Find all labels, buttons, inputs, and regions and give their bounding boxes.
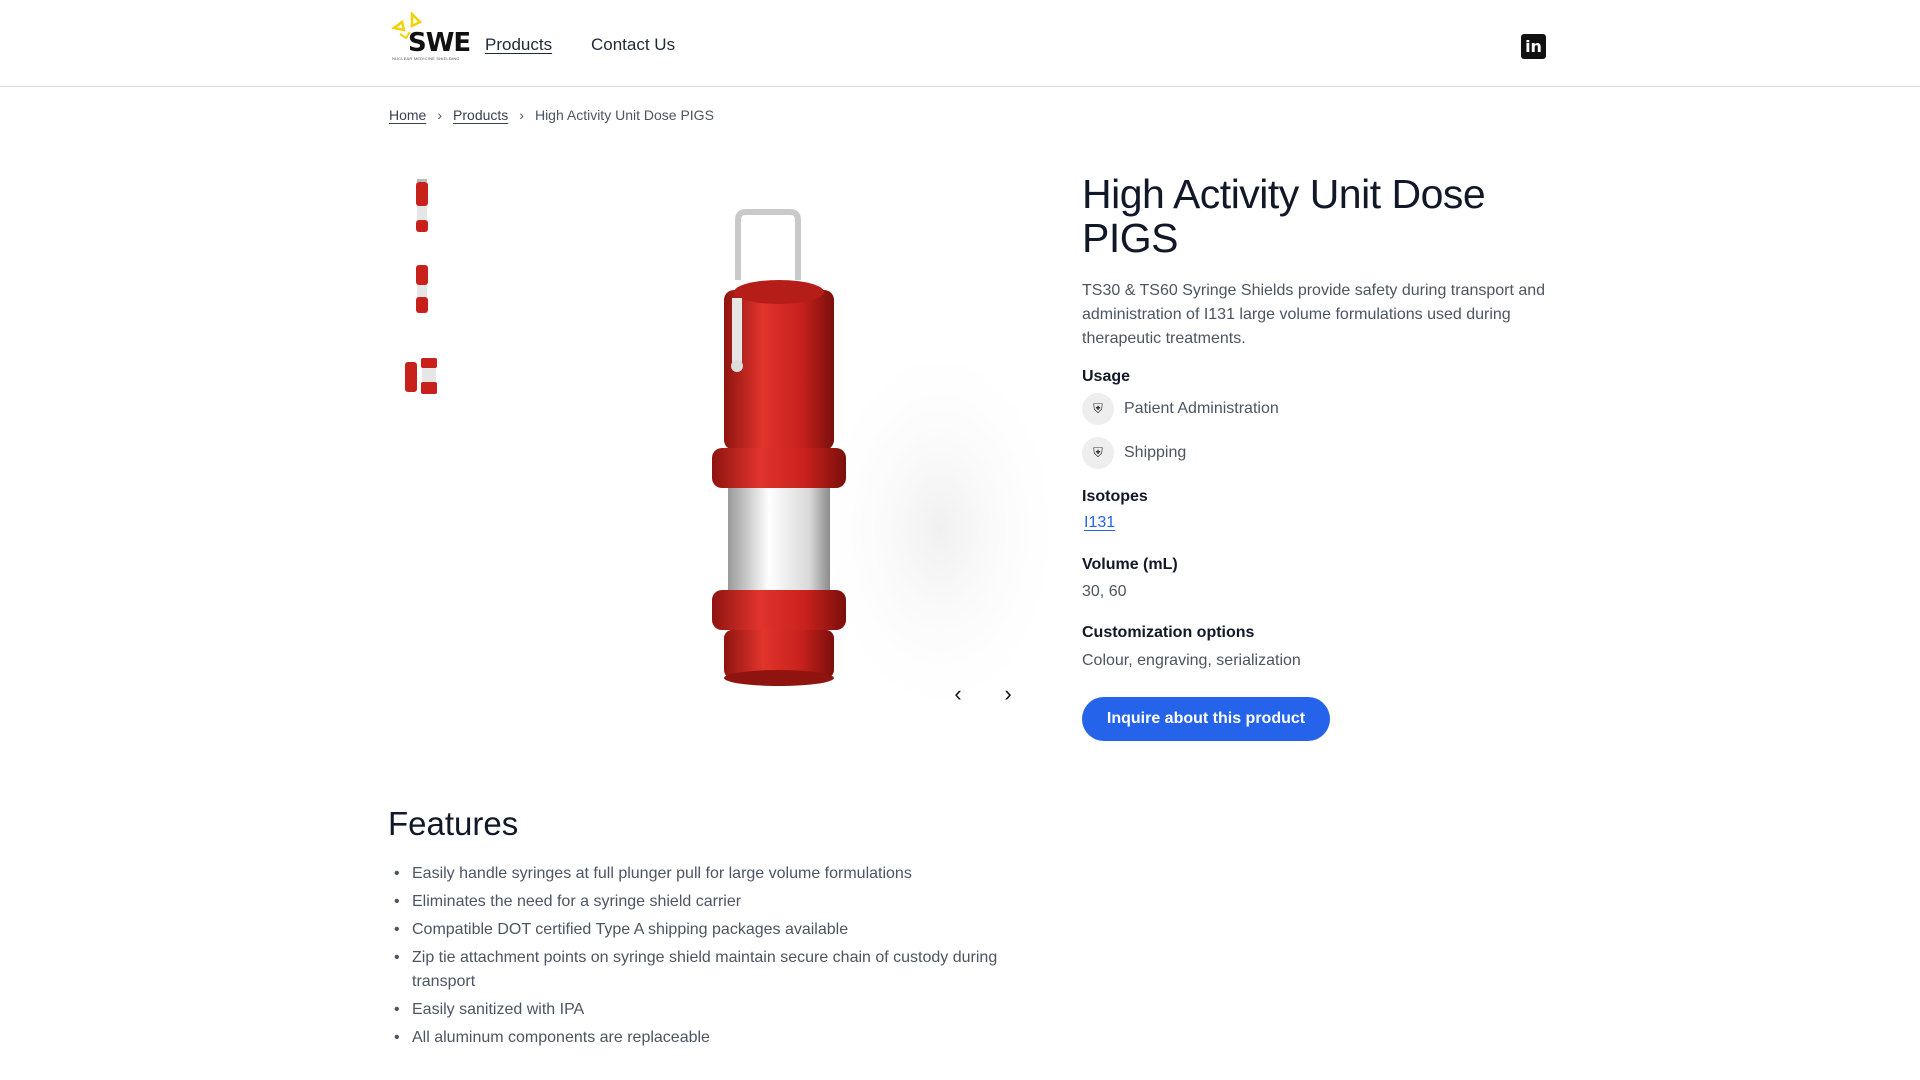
features-list: Easily handle syringes at full plunger p… [394,862,1054,1054]
isotopes-label: Isotopes [1082,488,1148,505]
chevron-right-icon: › [519,107,524,123]
logo-text: SWE [408,28,471,58]
shield-icon: ⛨ [1082,393,1114,425]
swe-logo[interactable]: SWE NUCLEAR MEDICINE SHIELDING [390,12,471,64]
breadcrumb-current: High Activity Unit Dose PIGS [534,107,714,123]
list-item: All aluminum components are replaceable [394,1026,1054,1050]
linkedin-icon[interactable]: in [1521,34,1546,59]
shield-icon: ⛨ [1082,437,1114,469]
customization-value: Colour, engraving, serialization [1082,652,1301,669]
list-item: Easily sanitized with IPA [394,998,1054,1022]
isotope-link-i131[interactable]: I131 [1084,514,1115,532]
usage-item: ⛨ Shipping [1082,437,1186,469]
usage-item: ⛨ Patient Administration [1082,393,1279,425]
logo-subtext: NUCLEAR MEDICINE SHIELDING [392,56,460,61]
customization-label: Customization options [1082,624,1255,641]
product-description: TS30 & TS60 Syringe Shields provide safe… [1082,282,1546,347]
list-item: Compatible DOT certified Type A shipping… [394,918,1054,942]
usage-item-label: Shipping [1124,444,1187,461]
thumbnail-1[interactable] [389,173,455,239]
usage-item-label: Patient Administration [1124,400,1279,417]
product-title: High Activity Unit Dose PIGS [1082,171,1486,261]
volume-label: Volume (mL) [1082,556,1178,573]
product-main-image [660,190,1070,730]
list-item: Zip tie attachment points on syringe shi… [394,946,1054,994]
breadcrumb-home[interactable]: Home [389,107,426,123]
site-header: SWE NUCLEAR MEDICINE SHIELDING Products … [0,0,1920,87]
inquire-button[interactable]: Inquire about this product [1082,697,1330,741]
breadcrumb: Home › Products › High Activity Unit Dos… [389,107,714,123]
features-title: Features [388,805,519,842]
list-item: Eliminates the need for a syringe shield… [394,890,1054,914]
usage-label: Usage [1082,368,1131,385]
volume-value: 30, 60 [1082,583,1127,600]
breadcrumb-products[interactable]: Products [453,107,508,123]
nav-contact-link[interactable]: Contact Us [591,35,675,55]
chevron-left-icon[interactable]: ‹ [944,680,972,708]
list-item: Easily handle syringes at full plunger p… [394,862,1054,886]
thumbnail-3[interactable] [389,340,455,406]
nav-products-link[interactable]: Products [485,35,552,55]
chevron-right-icon: › [437,107,443,123]
chevron-right-icon[interactable]: › [994,680,1022,708]
thumbnail-2[interactable] [389,257,455,323]
